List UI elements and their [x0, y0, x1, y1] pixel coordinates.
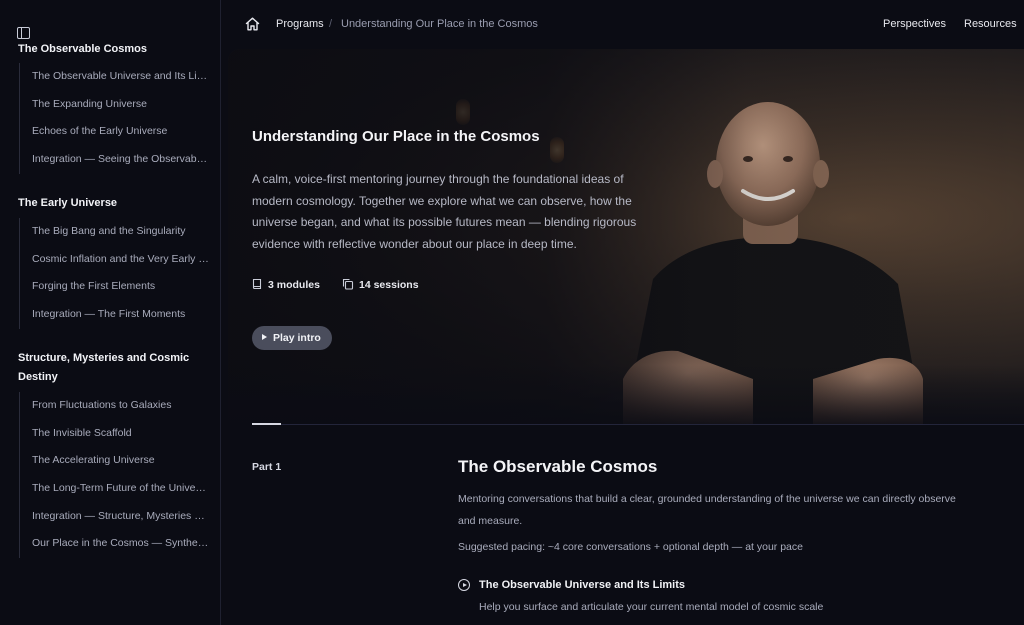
sidebar-item[interactable]: Echoes of the Early Universe — [20, 118, 209, 146]
program-title: Understanding Our Place in the Cosmos — [252, 128, 540, 145]
sidebar-item[interactable]: The Invisible Scaffold — [20, 420, 209, 448]
sidebar-group-title[interactable]: The Early Universe — [18, 194, 208, 213]
sidebar-item[interactable]: The Expanding Universe — [20, 91, 209, 119]
sidebar-toggle-icon[interactable] — [17, 27, 30, 39]
copy-icon — [342, 278, 354, 290]
sidebar-item[interactable]: Integration — The First Moments — [20, 301, 209, 329]
part-label: Part 1 — [252, 461, 282, 473]
modules-count: 3 modules — [252, 278, 320, 291]
breadcrumb-separator: / — [329, 18, 333, 30]
sidebar: The Observable Cosmos The Observable Uni… — [0, 0, 221, 625]
section-divider-accent — [252, 423, 281, 425]
sidebar-item[interactable]: From Fluctuations to Galaxies — [20, 392, 209, 420]
sidebar-item[interactable]: The Long-Term Future of the Universe — [20, 475, 209, 503]
sidebar-item[interactable]: Integration — Structure, Mysteries and D… — [20, 503, 209, 531]
sidebar-item[interactable]: The Big Bang and the Singularity — [20, 218, 209, 246]
sidebar-group-title[interactable]: Structure, Mysteries and Cosmic Destiny — [18, 349, 198, 387]
sidebar-item[interactable]: Cosmic Inflation and the Very Early Univ… — [20, 246, 209, 274]
nav-resources-link[interactable]: Resources — [964, 18, 1017, 31]
module-description: Mentoring conversations that build a cle… — [458, 493, 956, 527]
section-divider — [252, 424, 1024, 425]
home-icon[interactable] — [245, 17, 260, 31]
sessions-count: 14 sessions — [342, 278, 419, 291]
play-circle-icon[interactable] — [458, 579, 470, 591]
breadcrumb-current: Understanding Our Place in the Cosmos — [341, 18, 538, 30]
hero-banner: Understanding Our Place in the Cosmos A … — [228, 49, 1024, 425]
sidebar-item[interactable]: The Observable Universe and Its Limits — [20, 63, 209, 91]
module-pacing: Suggested pacing: ~4 core conversations … — [458, 541, 803, 553]
sidebar-group-title[interactable]: The Observable Cosmos — [18, 40, 208, 59]
top-bar: Programs / Understanding Our Place in th… — [222, 0, 1024, 49]
play-icon — [262, 334, 267, 340]
play-intro-label: Play intro — [273, 332, 321, 344]
sidebar-group-items: The Big Bang and the Singularity Cosmic … — [19, 218, 209, 329]
play-intro-button[interactable]: Play intro — [252, 326, 332, 350]
session-title[interactable]: The Observable Universe and Its Limits — [479, 579, 685, 591]
sidebar-item[interactable]: Integration — Seeing the Observable Cosm… — [20, 146, 209, 174]
session-description: Help you surface and articulate your cur… — [479, 601, 824, 613]
module-title: The Observable Cosmos — [458, 457, 658, 476]
sidebar-item[interactable]: Forging the First Elements — [20, 273, 209, 301]
sessions-count-label: 14 sessions — [359, 279, 419, 291]
book-icon — [252, 278, 262, 290]
sidebar-item[interactable]: Our Place in the Cosmos — Synthesis — [20, 530, 209, 558]
breadcrumb-programs-link[interactable]: Programs — [276, 18, 324, 31]
sidebar-group-items: The Observable Universe and Its Limits T… — [19, 63, 209, 174]
sidebar-item[interactable]: The Accelerating Universe — [20, 447, 209, 475]
hero-fade — [228, 365, 1024, 425]
sidebar-group-items: From Fluctuations to Galaxies The Invisi… — [19, 392, 209, 559]
program-description: A calm, voice-first mentoring journey th… — [252, 172, 637, 251]
modules-count-label: 3 modules — [268, 279, 320, 291]
nav-perspectives-link[interactable]: Perspectives — [883, 18, 946, 31]
